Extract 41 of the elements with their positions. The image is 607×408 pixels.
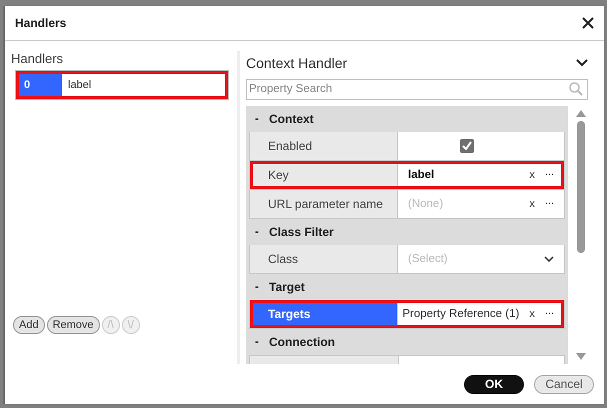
dialog-button[interactable]: Cancel <box>534 374 594 394</box>
section-title: Context <box>268 112 314 126</box>
more-button[interactable]: ... <box>544 305 554 318</box>
panel-heading: Handlers <box>11 51 64 66</box>
search-icon <box>569 82 583 96</box>
dialog-button[interactable]: OK <box>464 374 524 394</box>
section-title: Class Filter <box>268 224 334 239</box>
search-field[interactable]: Property Search <box>246 78 588 100</box>
value-text[interactable]: Property Reference (1) <box>402 308 520 320</box>
section-title: Connection <box>268 334 335 349</box>
collapse-toggle[interactable]: - <box>255 112 265 125</box>
window-title: Handlers <box>15 16 66 30</box>
clear-button[interactable]: x <box>529 198 535 210</box>
handler-list-item[interactable]: 0 label <box>15 70 229 100</box>
close-icon <box>582 17 594 29</box>
property-name[interactable]: URL parameter name <box>250 190 398 218</box>
property-row[interactable]: URL parameter name (None) x ... <box>249 190 565 219</box>
collapse-toggle[interactable]: - <box>255 280 265 293</box>
more-button[interactable]: ... <box>544 195 554 208</box>
scroll-down-icon[interactable] <box>576 353 586 360</box>
property-row[interactable]: Targets Property Reference (1) x ... <box>249 300 565 329</box>
chevron-down-icon[interactable] <box>544 256 554 262</box>
clear-button[interactable]: x <box>529 308 535 320</box>
value-text[interactable]: label <box>408 168 520 181</box>
property-row[interactable]: Enabled <box>249 132 565 161</box>
panel-heading: Context Handler <box>246 54 348 71</box>
list-action-button[interactable]: Remove <box>46 316 100 334</box>
property-name[interactable]: Enabled <box>250 132 398 160</box>
close-button[interactable] <box>582 17 594 29</box>
property-name[interactable]: Class <box>250 244 398 273</box>
property-row[interactable]: Class (Select) <box>249 244 565 274</box>
section-title: Target <box>268 280 305 294</box>
more-button[interactable]: ... <box>544 166 554 178</box>
chevron-down-icon[interactable] <box>576 58 588 67</box>
property-row[interactable]: Key label x ... <box>249 160 565 190</box>
clear-button[interactable]: x <box>529 168 535 181</box>
collapse-toggle[interactable]: - <box>255 226 265 238</box>
list-action-button[interactable]: Add <box>13 316 45 334</box>
collapse-toggle[interactable]: - <box>255 336 265 348</box>
checkbox[interactable] <box>460 138 474 153</box>
scroll-up-icon[interactable] <box>576 110 586 117</box>
